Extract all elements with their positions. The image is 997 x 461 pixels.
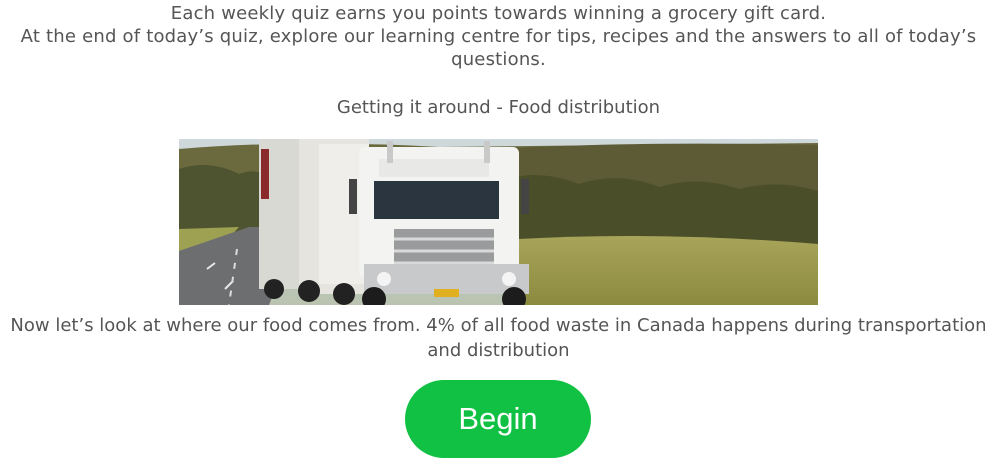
caption-text: Now let’s look at where our food comes f… <box>0 313 997 363</box>
section-title: Getting it around - Food distribution <box>336 97 661 118</box>
quiz-intro-page: Each weekly quiz earns you points toward… <box>0 0 997 461</box>
intro-text: Each weekly quiz earns you points toward… <box>0 2 997 71</box>
begin-button[interactable]: Begin <box>405 380 591 458</box>
intro-line-2: At the end of today’s quiz, explore our … <box>20 26 977 70</box>
truck-photo <box>179 139 818 305</box>
caption-paragraph: Now let’s look at where our food comes f… <box>10 315 987 361</box>
intro-line-1: Each weekly quiz earns you points toward… <box>170 3 827 24</box>
